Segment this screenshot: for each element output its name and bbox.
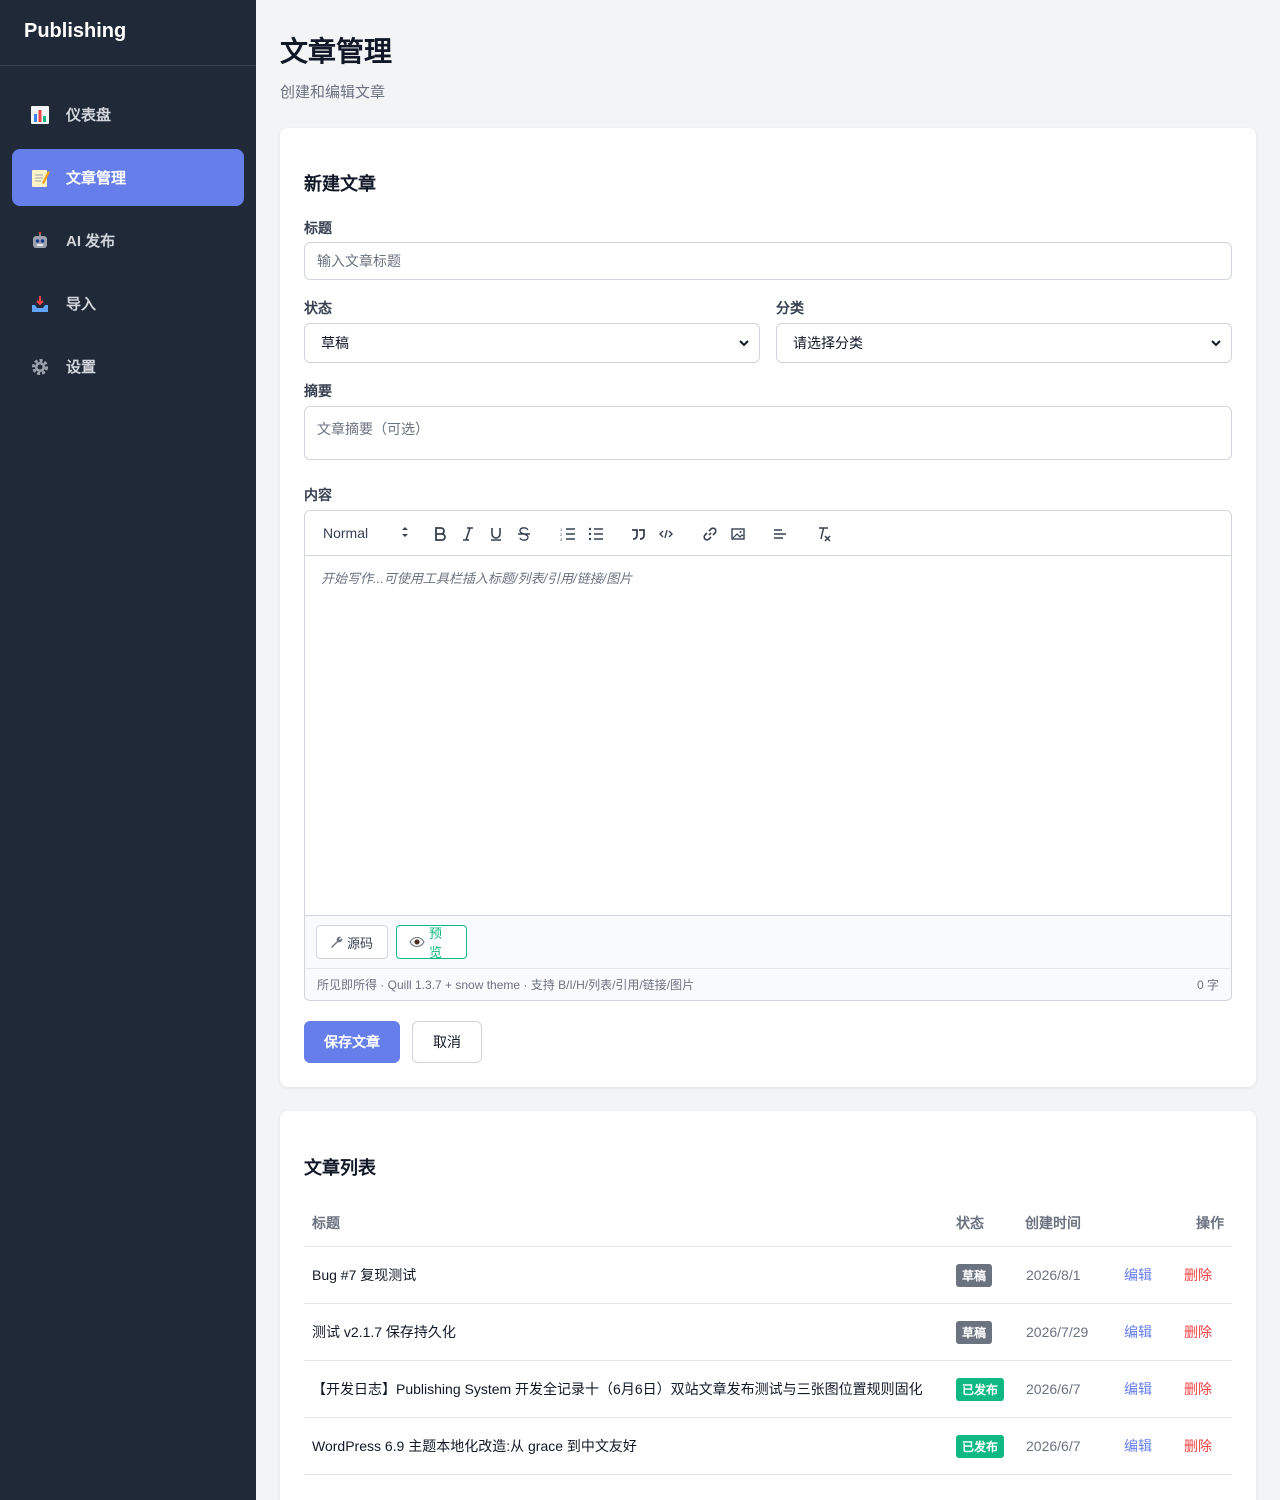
blockquote-icon[interactable] bbox=[629, 525, 647, 543]
preview-button[interactable]: 预览 bbox=[396, 925, 467, 960]
summary-textarea[interactable] bbox=[304, 406, 1232, 460]
title-label: 标题 bbox=[304, 220, 332, 236]
row-title: WordPress 6.9 主题本地化改造:从 grace 到中文友好 bbox=[312, 1438, 637, 1454]
sidebar-item-settings[interactable]: 设置 bbox=[12, 338, 244, 395]
column-header-title: 标题 bbox=[312, 1215, 340, 1231]
delete-link[interactable]: 删除 bbox=[1184, 1361, 1212, 1417]
table-row: Bug #7 复现测试 草稿 2026/8/1 编辑 删除 bbox=[304, 1247, 1232, 1304]
page-subtitle: 创建和编辑文章 bbox=[280, 84, 386, 101]
table-row: 【开发日志】Publishing System 开发全记录十（6月6日）双站文章… bbox=[304, 1361, 1232, 1418]
sidebar-item-label: 仪表盘 bbox=[66, 107, 112, 124]
link-icon[interactable] bbox=[701, 525, 719, 543]
header-format-select[interactable]: Normal bbox=[323, 525, 409, 542]
header-format-value: Normal bbox=[323, 525, 369, 541]
edit-link[interactable]: 编辑 bbox=[1124, 1361, 1152, 1417]
delete-link[interactable]: 删除 bbox=[1184, 1247, 1212, 1303]
edit-link[interactable]: 编辑 bbox=[1124, 1304, 1152, 1360]
sidebar-item-ai-publish[interactable]: AI 发布 bbox=[12, 212, 244, 269]
sidebar-item-dashboard[interactable]: 仪表盘 bbox=[12, 86, 244, 143]
status-select[interactable]: 草稿 bbox=[304, 323, 760, 363]
row-date: 2026/7/29 bbox=[1026, 1324, 1089, 1340]
status-badge: 草稿 bbox=[956, 1320, 993, 1344]
status-select-value: 草稿 bbox=[321, 335, 349, 351]
table-row: WordPress 6.9 主题本地化改造:从 grace 到中文友好 已发布 … bbox=[304, 1418, 1232, 1475]
status-label: 状态 bbox=[304, 300, 332, 316]
category-select-value: 请选择分类 bbox=[793, 335, 863, 351]
row-title: Bug #7 复现测试 bbox=[312, 1267, 417, 1283]
bold-icon[interactable] bbox=[431, 525, 449, 543]
align-icon[interactable] bbox=[771, 525, 789, 543]
svg-text:3: 3 bbox=[560, 537, 563, 541]
sidebar-item-label: AI 发布 bbox=[66, 233, 116, 250]
image-icon[interactable] bbox=[729, 525, 747, 543]
gear-icon bbox=[28, 355, 52, 379]
sidebar-item-articles[interactable]: 文章管理 bbox=[12, 149, 244, 206]
category-label: 分类 bbox=[776, 300, 804, 316]
sidebar: Publishing 仪表盘 文章管理 AI 发布 导入 设置 bbox=[0, 0, 256, 1500]
row-date: 2026/6/7 bbox=[1026, 1438, 1081, 1454]
chevron-down-icon bbox=[1209, 336, 1223, 353]
source-code-label: 源码 bbox=[347, 935, 374, 951]
robot-icon bbox=[28, 229, 52, 253]
page-title: 文章管理 bbox=[280, 36, 393, 67]
strikethrough-icon[interactable] bbox=[515, 525, 533, 543]
clear-format-icon[interactable] bbox=[815, 525, 833, 543]
rich-text-editor: Normal 123 开始写作...可使用工具栏插入标题/列表/引用/链接/图片… bbox=[304, 510, 1232, 1001]
updown-arrows-icon bbox=[401, 525, 409, 542]
editor-status-bar: 所见即所得 · Quill 1.3.7 + snow theme · 支持 B/… bbox=[305, 968, 1231, 1000]
article-list-card: 文章列表 标题 状态 创建时间 操作 Bug #7 复现测试 草稿 2026/8… bbox=[280, 1111, 1256, 1500]
save-button[interactable]: 保存文章 bbox=[304, 1021, 400, 1063]
status-badge: 已发布 bbox=[956, 1434, 1005, 1458]
ordered-list-icon[interactable]: 123 bbox=[559, 525, 577, 543]
delete-link[interactable]: 删除 bbox=[1184, 1304, 1212, 1360]
wrench-icon bbox=[329, 935, 343, 949]
word-count: 0 字 bbox=[1196, 978, 1219, 992]
italic-icon[interactable] bbox=[459, 525, 477, 543]
status-badge: 草稿 bbox=[956, 1263, 993, 1287]
inbox-tray-icon bbox=[28, 292, 52, 316]
column-header-actions: 操作 bbox=[1196, 1215, 1224, 1231]
status-badge: 已发布 bbox=[956, 1377, 1005, 1401]
table-row: 测试 v2.1.7 保存持久化 草稿 2026/7/29 编辑 删除 bbox=[304, 1304, 1232, 1361]
sidebar-item-label: 设置 bbox=[66, 359, 97, 376]
source-code-button[interactable]: 源码 bbox=[316, 925, 388, 959]
code-block-icon[interactable] bbox=[657, 525, 675, 543]
underline-icon[interactable] bbox=[487, 525, 505, 543]
category-select[interactable]: 请选择分类 bbox=[776, 323, 1232, 363]
edit-link[interactable]: 编辑 bbox=[1124, 1247, 1152, 1303]
summary-label: 摘要 bbox=[304, 383, 332, 399]
editor-info: 所见即所得 · Quill 1.3.7 + snow theme · 支持 B/… bbox=[317, 978, 695, 992]
eye-icon bbox=[409, 936, 425, 948]
title-input[interactable] bbox=[304, 242, 1232, 280]
delete-link[interactable]: 删除 bbox=[1184, 1418, 1212, 1474]
editor-content-area[interactable]: 开始写作...可使用工具栏插入标题/列表/引用/链接/图片 bbox=[305, 556, 1231, 916]
edit-link[interactable]: 编辑 bbox=[1124, 1418, 1152, 1474]
sidebar-item-label: 文章管理 bbox=[66, 170, 127, 187]
row-title: 测试 v2.1.7 保存持久化 bbox=[312, 1324, 456, 1340]
form-title: 新建文章 bbox=[304, 174, 376, 194]
editor-toolbar: Normal 123 bbox=[305, 511, 1231, 556]
list-title: 文章列表 bbox=[304, 1158, 376, 1178]
sidebar-item-label: 导入 bbox=[66, 296, 97, 313]
memo-icon bbox=[28, 166, 52, 190]
preview-label: 预览 bbox=[429, 926, 443, 960]
content-label: 内容 bbox=[304, 487, 332, 503]
row-title: 【开发日志】Publishing System 开发全记录十（6月6日）双站文章… bbox=[312, 1381, 923, 1397]
editor-placeholder: 开始写作...可使用工具栏插入标题/列表/引用/链接/图片 bbox=[321, 571, 633, 586]
article-form-card: 新建文章 标题 状态 草稿 分类 请选择分类 摘要 内容 Normal bbox=[280, 128, 1256, 1087]
main-content: 文章管理 创建和编辑文章 新建文章 标题 状态 草稿 分类 请选择分类 摘要 内… bbox=[256, 0, 1280, 1500]
bullet-list-icon[interactable] bbox=[587, 525, 605, 543]
column-header-status: 状态 bbox=[956, 1215, 984, 1231]
cancel-button[interactable]: 取消 bbox=[412, 1021, 482, 1063]
sidebar-nav: 仪表盘 文章管理 AI 发布 导入 设置 bbox=[0, 66, 256, 421]
row-date: 2026/8/1 bbox=[1026, 1267, 1081, 1283]
chevron-down-icon bbox=[737, 336, 751, 353]
sidebar-item-import[interactable]: 导入 bbox=[12, 275, 244, 332]
brand-logo: Publishing bbox=[0, 0, 256, 66]
bar-chart-icon bbox=[28, 103, 52, 127]
column-header-created: 创建时间 bbox=[1025, 1215, 1081, 1231]
row-date: 2026/6/7 bbox=[1026, 1381, 1081, 1397]
